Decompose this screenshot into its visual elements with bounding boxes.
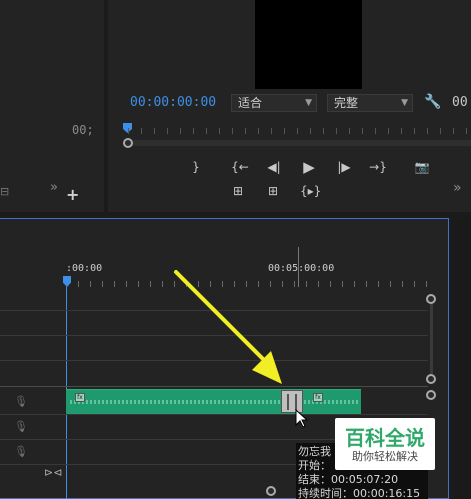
track-divider: [0, 414, 428, 415]
camera-icon[interactable]: 📷: [412, 160, 432, 174]
audio-waveform: [300, 400, 358, 404]
step-forward-icon[interactable]: |▶: [334, 160, 354, 174]
step-back-icon[interactable]: ◀|: [264, 160, 284, 174]
quality-select-value: 完整: [334, 96, 359, 110]
audio-scroll-top-knob[interactable]: [426, 390, 436, 400]
edit-point-marker: [295, 394, 297, 410]
annotation-arrow-icon: [174, 270, 282, 384]
play-icon[interactable]: ▶: [299, 158, 319, 176]
quality-select[interactable]: 完整 ▼: [327, 94, 413, 112]
audio-waveform: [70, 400, 280, 404]
video-scroll-top-knob[interactable]: [426, 294, 436, 304]
fx-badge-icon: fx: [75, 393, 85, 402]
monitor-zoom-bar[interactable]: [128, 140, 471, 146]
go-to-in-icon[interactable]: {←: [230, 160, 250, 174]
add-icon[interactable]: +: [66, 185, 79, 204]
master-track-icon[interactable]: ⊳⊲: [44, 466, 62, 479]
mark-out-icon[interactable]: }: [186, 160, 206, 174]
chevron-down-icon: ▼: [401, 98, 408, 108]
ruler-major-tick: [298, 247, 299, 287]
audio-meter-panel: [455, 218, 471, 499]
ruler-label-start: :00:00: [66, 263, 103, 274]
video-scroll-bottom-knob[interactable]: [426, 374, 436, 384]
mouse-cursor-icon: [295, 409, 309, 428]
source-timecode: 00;: [72, 123, 94, 137]
fx-badge-icon: fx: [313, 393, 323, 402]
more-controls-icon[interactable]: »: [453, 180, 462, 196]
lift-icon[interactable]: ⊞: [228, 184, 248, 198]
mic-icon[interactable]: 🎙: [14, 420, 28, 433]
extract-icon[interactable]: ⊞: [263, 184, 283, 198]
panel-menu-icon[interactable]: »: [50, 180, 58, 195]
bin-icon[interactable]: ⊟: [0, 185, 9, 198]
mic-icon[interactable]: 🎙: [14, 445, 28, 458]
watermark-subtitle: 助你轻松解决: [352, 450, 418, 463]
video-scrollbar[interactable]: [430, 304, 433, 374]
monitor-ruler-ticks: [128, 128, 471, 134]
zoom-handle[interactable]: [123, 138, 133, 148]
wrench-icon[interactable]: 🔧: [424, 94, 441, 110]
chevron-down-icon: ▼: [305, 98, 312, 108]
watermark-title: 百科全说: [345, 426, 425, 450]
fit-select[interactable]: 适合 ▼: [231, 94, 317, 112]
playhead-timecode[interactable]: 00:00:00:00: [130, 95, 216, 110]
watermark-logo: 百科全说 助你轻松解决: [335, 418, 435, 470]
duration-timecode: 00: [452, 95, 468, 110]
tooltip-duration: 持续时间：00:00:16:15: [298, 487, 421, 499]
horizontal-scroll-knob[interactable]: [266, 486, 276, 496]
program-monitor-video: [255, 0, 362, 89]
go-to-out-icon[interactable]: →}: [368, 160, 388, 174]
tooltip-end: 结束：00:05:07:20: [298, 473, 399, 486]
edit-point-marker: [287, 394, 289, 410]
fit-select-value: 适合: [238, 96, 263, 110]
insert-icon[interactable]: {▸}: [300, 184, 321, 198]
mic-icon[interactable]: 🎙: [14, 395, 28, 408]
